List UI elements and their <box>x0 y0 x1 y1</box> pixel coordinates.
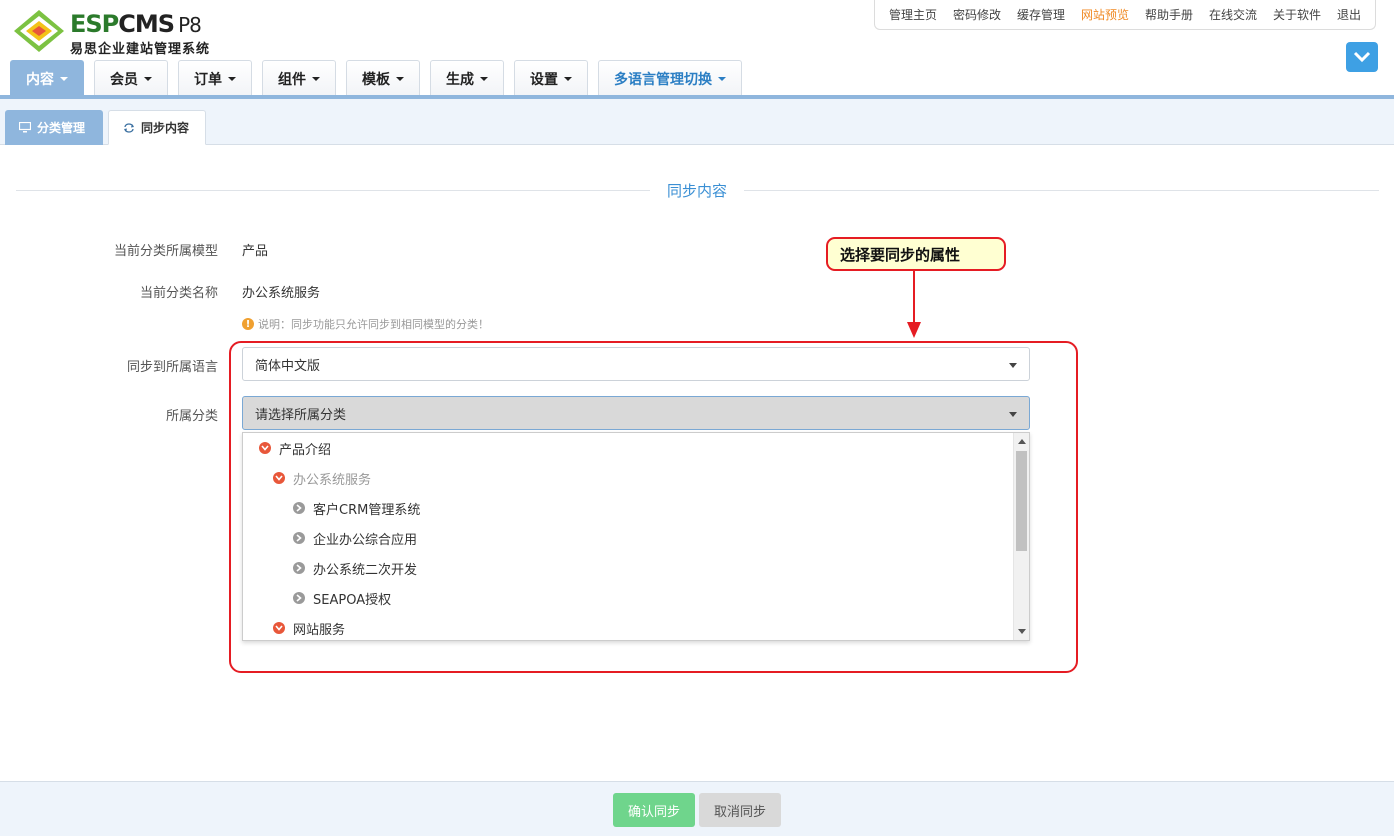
nav-item-1[interactable]: 会员 <box>94 60 168 96</box>
cancel-sync-button[interactable]: 取消同步 <box>699 793 781 827</box>
caret-down-icon <box>144 76 152 81</box>
toplink-4[interactable]: 帮助手册 <box>1145 6 1193 23</box>
collapse-button[interactable] <box>1346 42 1378 72</box>
annotation-arrow-head <box>907 322 921 338</box>
logo-mark-icon <box>14 10 64 52</box>
language-label: 同步到所属语言 <box>126 360 218 375</box>
nav-item-label: 模板 <box>362 71 390 88</box>
tab-category-management[interactable]: 分类管理 <box>5 110 103 145</box>
confirm-sync-button[interactable]: 确认同步 <box>613 793 695 827</box>
caret-down-icon <box>480 76 488 81</box>
nav-item-label: 会员 <box>110 71 138 88</box>
section-divider-left <box>16 190 650 191</box>
brand-name: ESPCMS P8 <box>70 10 202 38</box>
nav-item-7[interactable]: 多语言管理切换 <box>598 60 742 96</box>
nav-item-5[interactable]: 生成 <box>430 60 504 96</box>
nav-item-2[interactable]: 订单 <box>178 60 252 96</box>
nav-item-label: 内容 <box>26 71 54 88</box>
nav-item-label: 生成 <box>446 71 474 88</box>
section-divider-right <box>744 190 1379 191</box>
caret-down-icon <box>718 76 726 81</box>
caret-down-icon <box>312 76 320 81</box>
nav-item-4[interactable]: 模板 <box>346 60 420 96</box>
model-label: 当前分类所属模型 <box>113 244 218 259</box>
note-text: 说明：同步功能只允许同步到相同模型的分类！ <box>258 318 489 331</box>
footer-bar: 确认同步 取消同步 <box>0 781 1394 836</box>
category-name-value: 办公系统服务 <box>242 286 321 301</box>
category-label: 所属分类 <box>165 409 218 424</box>
toplink-3[interactable]: 网站预览 <box>1081 6 1129 23</box>
toplink-0[interactable]: 管理主页 <box>889 6 937 23</box>
chevron-down-icon <box>1353 51 1371 63</box>
nav-item-6[interactable]: 设置 <box>514 60 588 96</box>
sync-note: ! 说明：同步功能只允许同步到相同模型的分类！ <box>242 316 489 332</box>
annotation-callout: 选择要同步的属性 <box>826 237 1006 271</box>
top-links: 管理主页 密码修改 缓存管理 网站预览 帮助手册 在线交流 关于软件 退出 <box>874 0 1376 30</box>
sub-tab-bar: 分类管理 同步内容 <box>0 99 1394 145</box>
caret-down-icon <box>228 76 236 81</box>
brand-subtitle: 易思企业建站管理系统 <box>70 42 211 57</box>
section-title: 同步内容 <box>650 180 744 201</box>
toplink-2[interactable]: 缓存管理 <box>1017 6 1065 23</box>
caret-down-icon <box>396 76 404 81</box>
category-name-label: 当前分类名称 <box>139 286 218 301</box>
warning-icon: ! <box>242 318 254 330</box>
header: ESPCMS P8 易思企业建站管理系统 管理主页 密码修改 缓存管理 网站预览 帮助手册… <box>0 0 1394 96</box>
caret-down-icon <box>60 76 68 81</box>
toplink-5[interactable]: 在线交流 <box>1209 6 1257 23</box>
toplink-6[interactable]: 关于软件 <box>1273 6 1321 23</box>
nav-item-3[interactable]: 组件 <box>262 60 336 96</box>
toplink-1[interactable]: 密码修改 <box>953 6 1001 23</box>
nav-item-label: 订单 <box>194 71 222 88</box>
tab-label: 分类管理 <box>37 121 86 135</box>
annotation-arrow-line <box>913 271 915 325</box>
sync-icon <box>123 122 135 133</box>
annotation-highlight-box <box>229 341 1078 673</box>
main-nav: 内容 会员 订单 组件 模板 生成 设置 多语言管理切换 <box>10 60 752 96</box>
nav-item-label: 多语言管理切换 <box>614 71 712 88</box>
brand-logo[interactable]: ESPCMS P8 易思企业建站管理系统 <box>12 8 252 57</box>
nav-item-label: 组件 <box>278 71 306 88</box>
model-value: 产品 <box>242 244 269 259</box>
tab-sync-content[interactable]: 同步内容 <box>108 110 206 145</box>
caret-down-icon <box>564 76 572 81</box>
tab-label: 同步内容 <box>141 121 190 135</box>
nav-item-0[interactable]: 内容 <box>10 60 84 96</box>
monitor-icon <box>19 122 31 133</box>
toplink-7[interactable]: 退出 <box>1337 6 1361 23</box>
nav-item-label: 设置 <box>530 71 558 88</box>
